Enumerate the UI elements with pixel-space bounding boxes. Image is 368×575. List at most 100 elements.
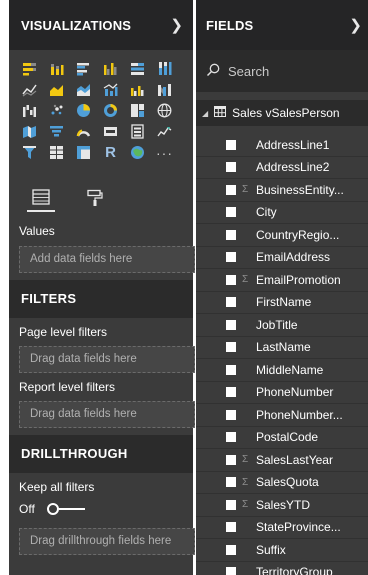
field-row[interactable]: Σ SalesQuota (196, 472, 368, 494)
chevron-right-icon[interactable]: ❯ (349, 16, 362, 34)
matrix-icon[interactable] (73, 142, 94, 163)
field-checkbox[interactable] (226, 387, 236, 398)
field-row[interactable]: City (196, 202, 368, 224)
treemap-icon[interactable] (127, 100, 148, 121)
field-checkbox[interactable] (226, 522, 236, 533)
filled-map-icon[interactable] (19, 121, 40, 142)
multi-row-card-icon[interactable] (127, 121, 148, 142)
card-icon[interactable] (100, 121, 121, 142)
field-checkbox[interactable] (226, 319, 236, 330)
line-chart-icon[interactable] (19, 79, 40, 100)
line-and-clustered-column-chart-icon[interactable] (127, 79, 148, 100)
fields-search-box[interactable]: Search (196, 50, 368, 92)
field-row[interactable]: Σ SalesLastYear (196, 449, 368, 472)
field-checkbox[interactable] (226, 409, 236, 420)
field-row[interactable]: StateProvince... (196, 517, 368, 539)
field-checkbox[interactable] (226, 477, 236, 488)
field-row[interactable]: JobTitle (196, 314, 368, 337)
values-drop-zone[interactable]: Add data fields here (19, 246, 195, 273)
more-visuals-icon-glyph: ··· (156, 144, 173, 161)
field-row[interactable]: MiddleName (196, 359, 368, 382)
toggle-state-label: Off (19, 502, 35, 516)
100-stacked-bar-chart-icon[interactable] (127, 58, 148, 79)
field-row[interactable]: Σ EmailPromotion (196, 269, 368, 292)
clustered-column-chart-icon[interactable] (100, 58, 121, 79)
table-icon (214, 106, 227, 120)
field-checkbox[interactable] (226, 207, 236, 218)
r-script-visual-icon[interactable]: R (100, 142, 121, 163)
field-checkbox[interactable] (226, 274, 236, 285)
field-checkbox[interactable] (226, 567, 236, 575)
fields-title: FIELDS (206, 17, 254, 33)
chevron-right-icon[interactable]: ❯ (170, 16, 183, 34)
field-label: BusinessEntity... (256, 182, 344, 197)
field-checkbox[interactable] (226, 162, 236, 173)
field-row[interactable]: AddressLine2 (196, 157, 368, 179)
field-label: AddressLine2 (256, 160, 330, 175)
drillthrough-drop-zone[interactable]: Drag drillthrough fields here (19, 528, 195, 555)
page-level-filters-drop-zone[interactable]: Drag data fields here (19, 346, 195, 373)
report-level-filters-label: Report level filters (19, 380, 116, 394)
arcgis-map-icon[interactable] (127, 142, 148, 163)
search-icon (206, 63, 220, 80)
clustered-bar-chart-icon[interactable] (73, 58, 94, 79)
field-row[interactable]: Suffix (196, 539, 368, 562)
field-row[interactable]: PhoneNumber... (196, 404, 368, 427)
field-row[interactable]: FirstName (196, 292, 368, 314)
field-checkbox[interactable] (226, 252, 236, 263)
keep-all-filters-label: Keep all filters (19, 480, 95, 494)
scatter-chart-icon[interactable] (46, 100, 67, 121)
field-row[interactable]: EmailAddress (196, 247, 368, 269)
field-checkbox[interactable] (226, 297, 236, 308)
table-name: Sales vSalesPerson (232, 106, 340, 120)
fields-well-icon[interactable] (27, 184, 55, 212)
stacked-bar-chart-icon[interactable] (19, 58, 40, 79)
field-checkbox[interactable] (226, 544, 236, 555)
ribbon-chart-icon[interactable] (154, 79, 175, 100)
area-chart-icon[interactable] (46, 79, 67, 100)
pie-chart-icon[interactable] (73, 100, 94, 121)
field-row[interactable]: Σ BusinessEntity... (196, 179, 368, 202)
field-label: EmailAddress (256, 250, 331, 265)
stacked-column-chart-icon[interactable] (46, 58, 67, 79)
field-checkbox[interactable] (226, 364, 236, 375)
field-row[interactable]: Σ SalesYTD (196, 494, 368, 517)
field-label: EmailPromotion (256, 272, 341, 287)
field-checkbox[interactable] (226, 184, 236, 195)
field-checkbox[interactable] (226, 229, 236, 240)
expanded-arrow-icon[interactable]: ◢ (202, 109, 208, 118)
field-label: City (256, 205, 277, 220)
funnel-icon[interactable] (46, 121, 67, 142)
kpi-icon[interactable] (154, 121, 175, 142)
more-visuals-icon[interactable]: ··· (154, 142, 175, 163)
field-label: StateProvince... (256, 520, 341, 535)
line-and-stacked-column-chart-icon[interactable] (100, 79, 121, 100)
keep-all-filters-toggle[interactable] (46, 503, 85, 515)
field-row[interactable]: AddressLine1 (196, 134, 368, 157)
field-row[interactable]: TerritoryGroup (196, 562, 368, 575)
field-row[interactable]: CountryRegio... (196, 224, 368, 247)
field-checkbox[interactable] (226, 454, 236, 465)
slicer-icon[interactable] (19, 142, 40, 163)
map-icon[interactable] (154, 100, 175, 121)
100-stacked-column-chart-icon[interactable] (154, 58, 175, 79)
donut-chart-icon[interactable] (100, 100, 121, 121)
field-label: JobTitle (256, 317, 298, 332)
field-row[interactable]: PostalCode (196, 427, 368, 449)
gauge-icon[interactable] (73, 121, 94, 142)
field-checkbox[interactable] (226, 342, 236, 353)
stacked-area-chart-icon[interactable] (73, 79, 94, 100)
field-checkbox[interactable] (226, 432, 236, 443)
table-header-sales-vsalesperson[interactable]: ◢ Sales vSalesPerson (196, 100, 368, 126)
field-checkbox[interactable] (226, 139, 236, 150)
sigma-icon: Σ (242, 499, 249, 511)
field-row[interactable]: LastName (196, 337, 368, 359)
field-label: FirstName (256, 295, 312, 310)
field-row[interactable]: PhoneNumber (196, 382, 368, 404)
field-checkbox[interactable] (226, 499, 236, 510)
toggle-knob (46, 503, 59, 515)
format-paint-roller-icon[interactable] (81, 184, 109, 212)
report-level-filters-drop-zone[interactable]: Drag data fields here (19, 401, 195, 428)
waterfall-chart-icon[interactable] (19, 100, 40, 121)
table-icon[interactable] (46, 142, 67, 163)
